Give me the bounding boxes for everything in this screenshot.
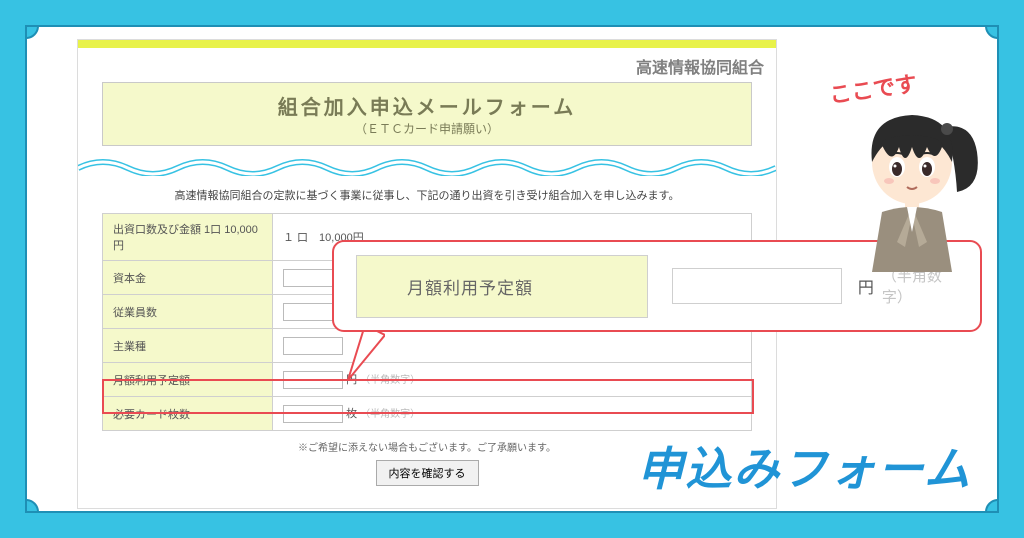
wave-divider-icon (78, 156, 776, 176)
table-row: 主業種 (103, 329, 752, 363)
title-box: 組合加入申込メールフォーム （ＥＴＣカード申請願い） (102, 82, 752, 146)
notch-bl (25, 499, 39, 513)
row-value: 枚 （半角数字） (273, 397, 752, 431)
cta-text: 申込みフォーム (637, 433, 972, 499)
callout-monthly-amount-input[interactable] (672, 268, 842, 304)
intro-text: 高速情報協同組合の定款に基づく事業に従事し、下記の通り出資を引き受け組合加入を申… (78, 181, 776, 213)
hint-text: （半角数字） (360, 409, 420, 420)
industry-input[interactable] (283, 337, 343, 355)
main-title: 組合加入申込メールフォーム (113, 91, 741, 120)
main-frame: 高速情報協同組合 組合加入申込メールフォーム （ＥＴＣカード申請願い） 高速情報… (25, 25, 999, 513)
monthly-amount-input[interactable] (283, 371, 343, 389)
table-row-highlighted: 月額利用予定額 円 （半角数字） (103, 363, 752, 397)
row-label: 必要カード枚数 (103, 397, 273, 431)
row-label: 従業員数 (103, 295, 273, 329)
sub-title: （ＥＴＣカード申請願い） (113, 120, 741, 137)
notch-br (985, 499, 999, 513)
unit-label: 枚 (346, 408, 357, 420)
row-label: 主業種 (103, 329, 273, 363)
callout-label: 月額利用予定額 (356, 255, 648, 318)
row-label: 月額利用予定額 (103, 363, 273, 397)
confirm-button[interactable]: 内容を確認する (376, 460, 479, 486)
character-illustration (837, 97, 987, 277)
row-label: 資本金 (103, 261, 273, 295)
org-title: 高速情報協同組合 (78, 48, 776, 80)
row-label: 出資口数及び金額 1口 10,000円 (103, 214, 273, 261)
callout-unit-label: 円 (858, 274, 874, 298)
card-count-input[interactable] (283, 405, 343, 423)
top-accent-bar (78, 40, 776, 48)
notch-tr (985, 25, 999, 39)
notch-tl (25, 25, 39, 39)
table-row: 必要カード枚数 枚 （半角数字） (103, 397, 752, 431)
